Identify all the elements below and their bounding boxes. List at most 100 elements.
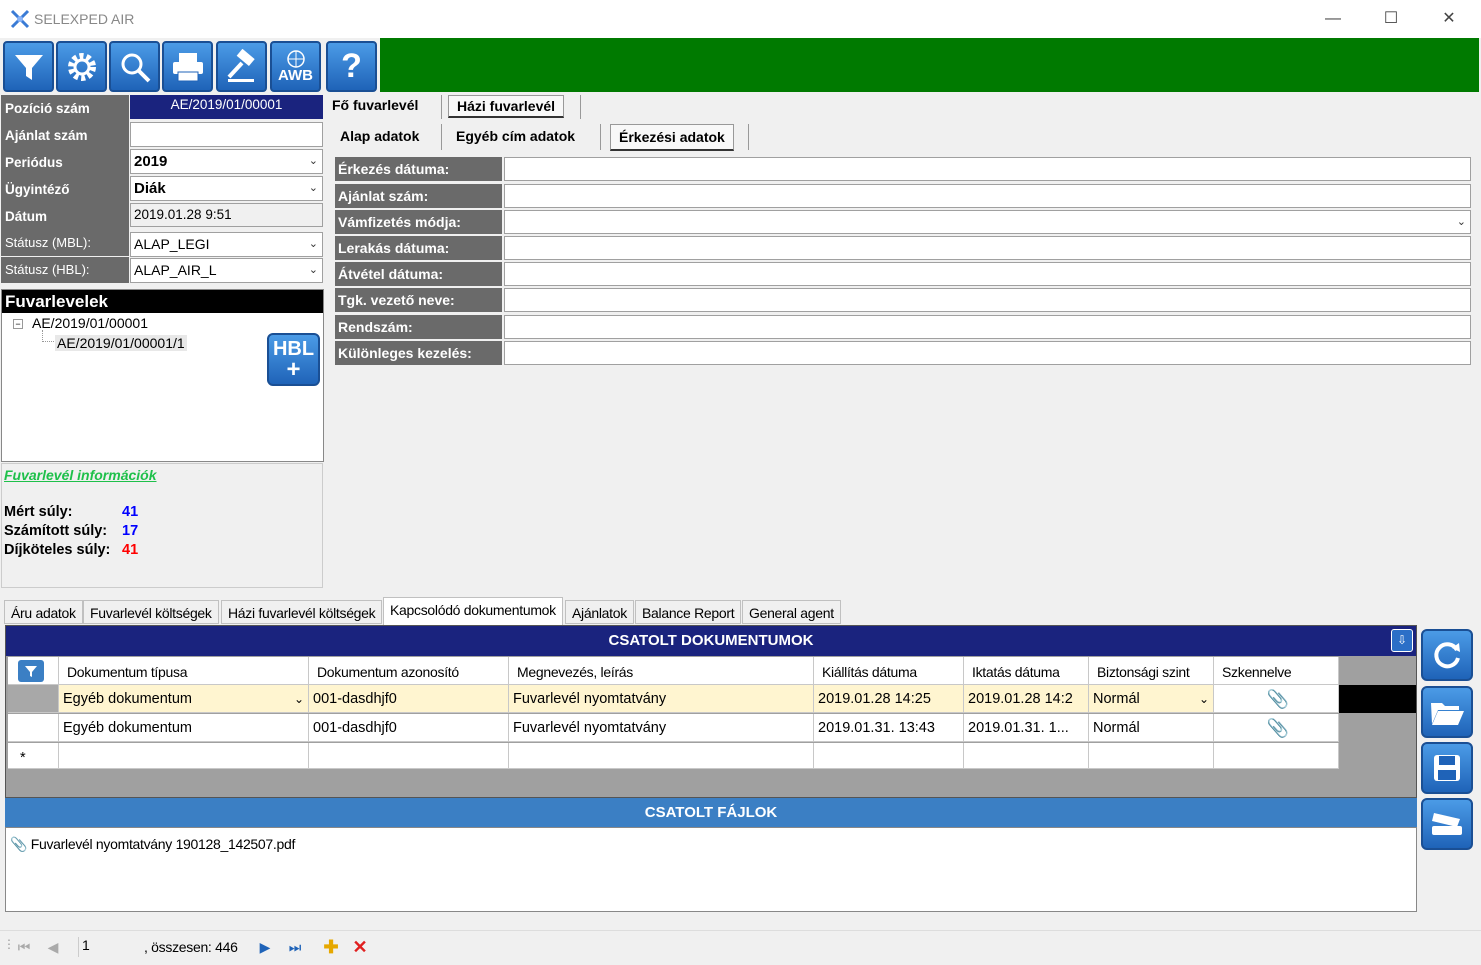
- last-record-icon[interactable]: ⏭: [284, 935, 306, 959]
- info-title-link[interactable]: Fuvarlevél információk: [4, 467, 157, 483]
- tab-erkezesi-adatok[interactable]: Érkezési adatok: [610, 124, 734, 151]
- col-dokumentum-tipusa[interactable]: Dokumentum típusa: [59, 657, 309, 685]
- tab-general-agent[interactable]: General agent: [742, 600, 841, 624]
- cell-biztonsagi-szint[interactable]: Normál: [1089, 714, 1214, 742]
- cell-iktatas-datuma[interactable]: 2019.01.28 14:2: [964, 685, 1089, 713]
- pozicio-field[interactable]: AE/2019/01/00001: [130, 95, 323, 119]
- tree-root-item[interactable]: AE/2019/01/00001: [32, 315, 148, 331]
- cell-dokumentum-tipusa[interactable]: Egyéb dokumentum: [59, 714, 309, 742]
- cell-szkennelve[interactable]: 📎: [1214, 714, 1339, 742]
- rendszam-field[interactable]: [504, 315, 1471, 339]
- ugyintezo-select[interactable]: Diák ⌄: [130, 176, 323, 201]
- new-row-cell[interactable]: [1214, 743, 1339, 769]
- tab-kapcsolodo-dokumentumok[interactable]: Kapcsolódó dokumentumok: [383, 597, 563, 625]
- cell-biztonsagi-szint[interactable]: Normál ⌄: [1089, 685, 1214, 713]
- close-button[interactable]: ✕: [1420, 0, 1478, 38]
- col-szkennelve[interactable]: Szkennelve: [1214, 657, 1339, 685]
- tab-ajanlatok[interactable]: Ajánlatok: [565, 600, 634, 624]
- help-button[interactable]: ?: [326, 41, 377, 92]
- status-mbl-select[interactable]: ALAP_LEGI ⌄: [130, 232, 323, 257]
- new-table-row[interactable]: *: [8, 743, 1343, 769]
- settings-button[interactable]: [56, 41, 107, 92]
- new-row-cell[interactable]: [814, 743, 964, 769]
- new-row-cell[interactable]: [309, 743, 509, 769]
- prev-record-icon[interactable]: ◀: [42, 935, 64, 959]
- cell-dokumentum-azonosito[interactable]: 001-dasdhjf0: [309, 714, 509, 742]
- paperclip-icon[interactable]: 📎: [1267, 689, 1289, 709]
- print-button[interactable]: [162, 41, 213, 92]
- awb-button[interactable]: AWB: [270, 41, 321, 92]
- add-record-icon[interactable]: ✚: [320, 935, 342, 959]
- tab-balance-report[interactable]: Balance Report: [635, 600, 742, 624]
- file-item[interactable]: 📎 Fuvarlevél nyomtatvány 190128_142507.p…: [10, 836, 295, 853]
- new-row-cell[interactable]: [509, 743, 814, 769]
- vamfizetes-modja-select[interactable]: ⌄: [504, 210, 1471, 234]
- atvetel-datuma-field[interactable]: [504, 262, 1471, 286]
- cell-megnevezes[interactable]: Fuvarlevél nyomtatvány: [509, 685, 814, 713]
- collapse-down-button[interactable]: ⇩: [1391, 629, 1413, 652]
- erkezes-datuma-field[interactable]: [504, 157, 1471, 181]
- cell-iktatas-datuma[interactable]: 2019.01.31. 1...: [964, 714, 1089, 742]
- tree-child-item[interactable]: AE/2019/01/00001/1: [55, 335, 187, 351]
- tab-fo-fuvarlevel[interactable]: Fő fuvarlevél: [332, 97, 418, 113]
- ajanlat-field[interactable]: [130, 122, 323, 147]
- tab-alap-adatok[interactable]: Alap adatok: [340, 128, 419, 144]
- periodus-select[interactable]: 2019 ⌄: [130, 149, 323, 174]
- tgk-vezeto-field[interactable]: [504, 288, 1471, 312]
- record-position-input[interactable]: 1: [78, 937, 140, 957]
- minimize-button[interactable]: —: [1304, 0, 1362, 38]
- cell-dokumentum-azonosito[interactable]: 001-dasdhjf0: [309, 685, 509, 713]
- chevron-down-icon[interactable]: ⌄: [309, 154, 318, 167]
- row-fill: [1339, 685, 1416, 713]
- chevron-down-icon[interactable]: ⌄: [309, 237, 318, 250]
- cell-dokumentum-tipusa[interactable]: Egyéb dokumentum ⌄: [59, 685, 309, 713]
- cell-kiallitas-datuma[interactable]: 2019.01.31. 13:43: [814, 714, 964, 742]
- filter-icon[interactable]: [18, 660, 44, 682]
- maximize-button[interactable]: ☐: [1362, 0, 1420, 38]
- tree-collapse-icon[interactable]: −: [13, 319, 23, 329]
- paperclip-icon[interactable]: 📎: [1267, 718, 1289, 738]
- chevron-down-icon[interactable]: ⌄: [1199, 685, 1209, 712]
- col-dokumentum-azonosito[interactable]: Dokumentum azonosító: [309, 657, 509, 685]
- col-megnevezes[interactable]: Megnevezés, leírás: [509, 657, 814, 685]
- tab-fuvarlevel-koltsegek[interactable]: Fuvarlevél költségek: [83, 600, 219, 624]
- chevron-down-icon[interactable]: ⌄: [309, 263, 318, 276]
- chevron-down-icon[interactable]: ⌄: [294, 685, 304, 712]
- add-hbl-button[interactable]: HBL +: [267, 333, 320, 386]
- row-selector[interactable]: [8, 685, 59, 713]
- status-hbl-select[interactable]: ALAP_AIR_L ⌄: [130, 258, 323, 283]
- search-button[interactable]: [109, 41, 160, 92]
- cell-szkennelve[interactable]: 📎: [1214, 685, 1339, 713]
- scanner-button[interactable]: [1421, 798, 1473, 850]
- tab-hazi-fuvarlevel-koltsegek[interactable]: Házi fuvarlevél költségek: [221, 600, 383, 624]
- lerakas-datuma-field[interactable]: [504, 236, 1471, 260]
- tab-hazi-fuvarlevel[interactable]: Házi fuvarlevél: [448, 95, 565, 118]
- filter-button[interactable]: [3, 41, 54, 92]
- row-selector[interactable]: [8, 714, 59, 742]
- chevron-down-icon[interactable]: ⌄: [309, 181, 318, 194]
- refresh-button[interactable]: [1421, 629, 1473, 681]
- datum-field[interactable]: 2019.01.28 9:51: [130, 203, 323, 227]
- col-iktatas-datuma[interactable]: Iktatás dátuma: [964, 657, 1089, 685]
- new-row-cell[interactable]: [59, 743, 309, 769]
- first-record-icon[interactable]: ⏮: [13, 935, 35, 959]
- tab-egyeb-cim-adatok[interactable]: Egyéb cím adatok: [456, 128, 575, 144]
- save-button[interactable]: [1421, 742, 1473, 794]
- hammer-button[interactable]: [216, 41, 267, 92]
- tab-aru-adatok[interactable]: Áru adatok: [4, 600, 83, 624]
- table-row[interactable]: Egyéb dokumentum ⌄ 001-dasdhjf0 Fuvarlev…: [8, 685, 1416, 714]
- col-kiallitas-datuma[interactable]: Kiállítás dátuma: [814, 657, 964, 685]
- new-row-cell[interactable]: [964, 743, 1089, 769]
- new-row-cell[interactable]: [1089, 743, 1214, 769]
- table-row[interactable]: Egyéb dokumentum 001-dasdhjf0 Fuvarlevél…: [8, 714, 1343, 743]
- grid-filter-cell[interactable]: [8, 657, 59, 685]
- cell-kiallitas-datuma[interactable]: 2019.01.28 14:25: [814, 685, 964, 713]
- chevron-down-icon[interactable]: ⌄: [1457, 215, 1466, 228]
- cell-megnevezes[interactable]: Fuvarlevél nyomtatvány: [509, 714, 814, 742]
- kulonleges-kezeles-field[interactable]: [504, 341, 1471, 365]
- next-record-icon[interactable]: ▶: [254, 935, 276, 959]
- col-biztonsagi-szint[interactable]: Biztonsági szint: [1089, 657, 1214, 685]
- open-folder-button[interactable]: [1421, 686, 1473, 738]
- delete-record-icon[interactable]: ✕: [349, 935, 371, 959]
- ajanlat-szam-field[interactable]: [504, 184, 1471, 208]
